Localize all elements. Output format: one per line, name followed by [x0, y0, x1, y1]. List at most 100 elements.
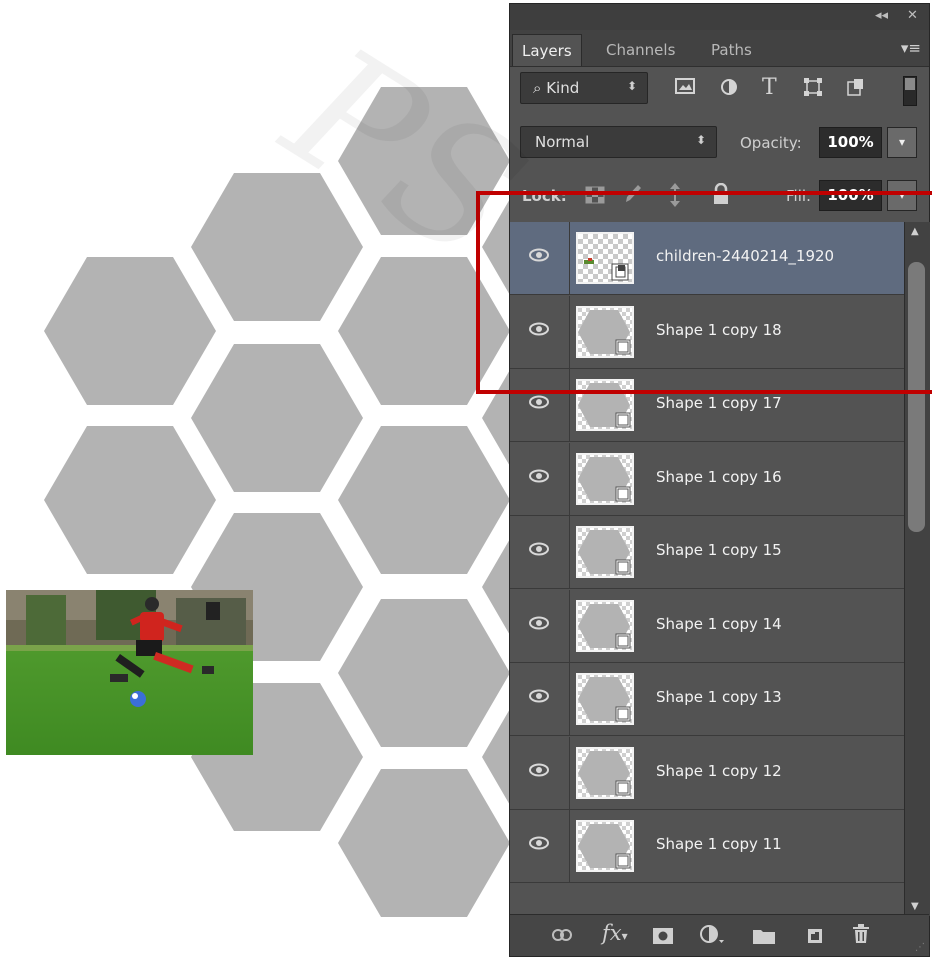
layer-name: Shape 1 copy 11 [656, 835, 782, 853]
shape-thumbnail[interactable] [576, 599, 634, 652]
visibility-toggle[interactable] [510, 222, 570, 294]
select-arrows-icon: ⬍ [695, 133, 706, 147]
eye-icon[interactable] [529, 542, 549, 560]
filter-kind-select[interactable]: ⌕ Kind ⬍ [520, 72, 648, 104]
link-icon[interactable] [552, 925, 572, 947]
visibility-toggle[interactable] [510, 369, 570, 441]
fill-label: Fill: [786, 187, 812, 205]
visibility-toggle[interactable] [510, 516, 570, 588]
search-icon: ⌕ [533, 79, 542, 97]
layer-row[interactable]: Shape 1 copy 12 [510, 736, 904, 810]
filter-adjustment-icon[interactable] [720, 78, 738, 101]
shape-thumbnail[interactable] [576, 526, 634, 578]
mask-icon[interactable] [653, 927, 673, 949]
layer-name: Shape 1 copy 17 [656, 394, 782, 412]
soccer-photo [6, 590, 253, 755]
visibility-toggle[interactable] [510, 663, 570, 735]
eye-icon[interactable] [529, 616, 549, 634]
lock-transparent-pixels-icon[interactable] [585, 186, 605, 208]
new-layer-icon[interactable] [806, 926, 824, 949]
layer-name: Shape 1 copy 13 [656, 688, 782, 706]
lock-all-icon[interactable] [712, 182, 730, 209]
opacity-dropdown-button[interactable]: ▾ [887, 127, 917, 158]
trash-icon[interactable] [852, 924, 870, 949]
visibility-toggle[interactable] [510, 736, 570, 809]
eye-icon[interactable] [529, 248, 549, 266]
tab-channels[interactable]: Channels [597, 34, 684, 66]
eye-icon[interactable] [529, 763, 549, 781]
hexagon-shape [338, 87, 510, 235]
filter-kind-label: Kind [546, 79, 580, 97]
filter-type-icon[interactable]: T [762, 75, 777, 100]
folder-icon[interactable] [753, 927, 775, 949]
layers-panel: ◂◂ ✕ Layers Channels Paths ▾≡ ⌕ Kind ⬍ T [509, 3, 930, 957]
layer-row[interactable]: Shape 1 copy 14 [510, 589, 904, 663]
layers-scrollbar[interactable]: ▲ ▼ [904, 222, 930, 916]
lock-image-pixels-icon[interactable] [622, 184, 642, 210]
eye-icon[interactable] [529, 322, 549, 340]
fx-icon[interactable]: fx▾ [602, 921, 628, 945]
layer-name: Shape 1 copy 18 [656, 320, 782, 339]
layers-bottom-toolbar: fx▾ ⋰ [510, 914, 929, 956]
resize-grip-icon[interactable]: ⋰ [915, 942, 925, 953]
tab-paths[interactable]: Paths [702, 34, 761, 66]
layer-row[interactable]: Shape 1 copy 11 [510, 810, 904, 883]
opacity-input[interactable]: 100% [819, 127, 882, 158]
adjustment-icon[interactable] [700, 925, 726, 950]
scroll-down-icon[interactable]: ▼ [911, 901, 919, 912]
scroll-thumb[interactable] [908, 262, 925, 532]
layer-row[interactable]: Shape 1 copy 15 [510, 516, 904, 589]
collapse-icon[interactable]: ◂◂ [875, 8, 888, 23]
shape-thumbnail[interactable] [576, 379, 634, 431]
hexagon-shape [191, 173, 363, 321]
filter-toggle-switch[interactable] [903, 76, 917, 106]
lock-position-icon[interactable] [665, 183, 685, 211]
tab-layers[interactable]: Layers [512, 34, 582, 66]
hexagon-shape [338, 426, 510, 574]
select-arrows-icon: ⬍ [626, 79, 637, 93]
fx-label: fx [602, 921, 622, 945]
lock-label: Lock: [522, 187, 567, 205]
hexagon-shape [44, 426, 216, 574]
opacity-label: Opacity: [740, 134, 802, 152]
visibility-toggle[interactable] [510, 442, 570, 515]
visibility-toggle[interactable] [510, 295, 570, 368]
smart-object-thumbnail[interactable] [576, 232, 634, 284]
layer-name: Shape 1 copy 14 [656, 614, 782, 633]
layer-row[interactable]: children-2440214_1920 [510, 222, 904, 295]
filter-smart-object-icon[interactable] [846, 78, 864, 101]
filter-pixel-icon[interactable] [675, 78, 695, 99]
shape-thumbnail[interactable] [576, 746, 634, 799]
blend-mode-label: Normal [535, 133, 590, 151]
layer-name: Shape 1 copy 15 [656, 541, 782, 559]
hexagon-shape [338, 769, 510, 917]
eye-icon[interactable] [529, 395, 549, 413]
shape-thumbnail[interactable] [576, 673, 634, 725]
eye-icon[interactable] [529, 469, 549, 487]
hexagon-shape [338, 257, 510, 405]
blend-row: Normal ⬍ Opacity: 100% ▾ [510, 121, 929, 165]
shape-thumbnail[interactable] [576, 452, 634, 505]
panel-title-strip: ◂◂ ✕ [510, 4, 929, 30]
blend-mode-select[interactable]: Normal ⬍ [520, 126, 717, 158]
fill-input[interactable]: 100% [819, 180, 882, 211]
layer-row[interactable]: Shape 1 copy 17 [510, 369, 904, 442]
filter-shape-icon[interactable] [804, 78, 822, 101]
shape-thumbnail[interactable] [576, 820, 634, 872]
shape-thumbnail[interactable] [576, 305, 634, 358]
fill-dropdown-button[interactable]: ▾ [887, 180, 917, 211]
layer-name: Shape 1 copy 12 [656, 761, 782, 780]
layers-list: children-2440214_1920 Shape 1 copy 18 Shap… [510, 222, 904, 916]
eye-icon[interactable] [529, 836, 549, 854]
scroll-up-icon[interactable]: ▲ [911, 226, 919, 237]
layer-row[interactable]: Shape 1 copy 13 [510, 663, 904, 736]
close-icon[interactable]: ✕ [907, 8, 918, 23]
layer-name: children-2440214_1920 [656, 247, 835, 265]
panel-menu-icon[interactable]: ▾≡ [901, 39, 921, 57]
eye-icon[interactable] [529, 689, 549, 707]
hexagon-shape [191, 344, 363, 492]
layer-row[interactable]: Shape 1 copy 16 [510, 442, 904, 516]
layer-row[interactable]: Shape 1 copy 18 [510, 295, 904, 369]
visibility-toggle[interactable] [510, 810, 570, 882]
visibility-toggle[interactable] [510, 589, 570, 662]
